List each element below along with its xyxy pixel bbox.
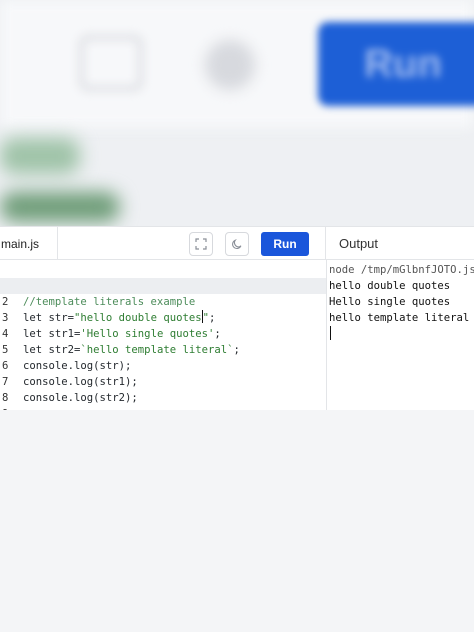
blurred-run-button: Run: [318, 22, 474, 106]
blurred-code-line: [0, 138, 80, 174]
fullscreen-icon: [195, 238, 207, 250]
blurred-moon-icon: [205, 40, 255, 90]
code-line[interactable]: 4 let str2=`hello template literal`;: [0, 310, 326, 356]
code-line[interactable]: 9: [0, 390, 326, 420]
fullscreen-button[interactable]: [189, 232, 213, 256]
moon-icon: [232, 238, 242, 250]
code-line[interactable]: 7 console.log(str2);: [0, 358, 326, 404]
blurred-code-line: [0, 192, 120, 222]
editor-toolbar: main.js Run Output: [0, 226, 474, 261]
code-editor[interactable]: 1 //template literals example 2 let str=…: [0, 260, 326, 420]
output-line: node /tmp/mGlbnfJOTO.js: [329, 264, 474, 276]
page-background: [0, 410, 474, 632]
theme-toggle-button[interactable]: [225, 232, 249, 256]
output-line: Hello single quotes: [329, 296, 451, 308]
code-line[interactable]: 1 //template literals example: [0, 262, 326, 308]
blurred-zoom-region: Run: [0, 0, 474, 228]
tab-label: main.js: [1, 236, 40, 251]
output-line: hello template literal: [329, 312, 470, 324]
run-button[interactable]: Run: [261, 232, 309, 256]
code-line[interactable]: 8: [0, 374, 326, 404]
code-line[interactable]: 5 console.log(str);: [0, 326, 326, 372]
code-line-active[interactable]: 2 let str="hello double quotes";: [0, 278, 326, 324]
output-caret: [330, 326, 331, 340]
code-line[interactable]: 6 console.log(str1);: [0, 342, 326, 388]
output-panel[interactable]: node /tmp/mGlbnfJOTO.js hello double quo…: [326, 260, 474, 410]
output-line: hello double quotes: [329, 280, 451, 292]
pane-divider[interactable]: [325, 227, 326, 261]
output-title: Output: [339, 236, 379, 251]
tab-main-js[interactable]: main.js: [0, 227, 58, 260]
code-line[interactable]: 3 let str1='Hello single quotes';: [0, 294, 326, 340]
blurred-fullscreen-icon: [80, 36, 142, 90]
